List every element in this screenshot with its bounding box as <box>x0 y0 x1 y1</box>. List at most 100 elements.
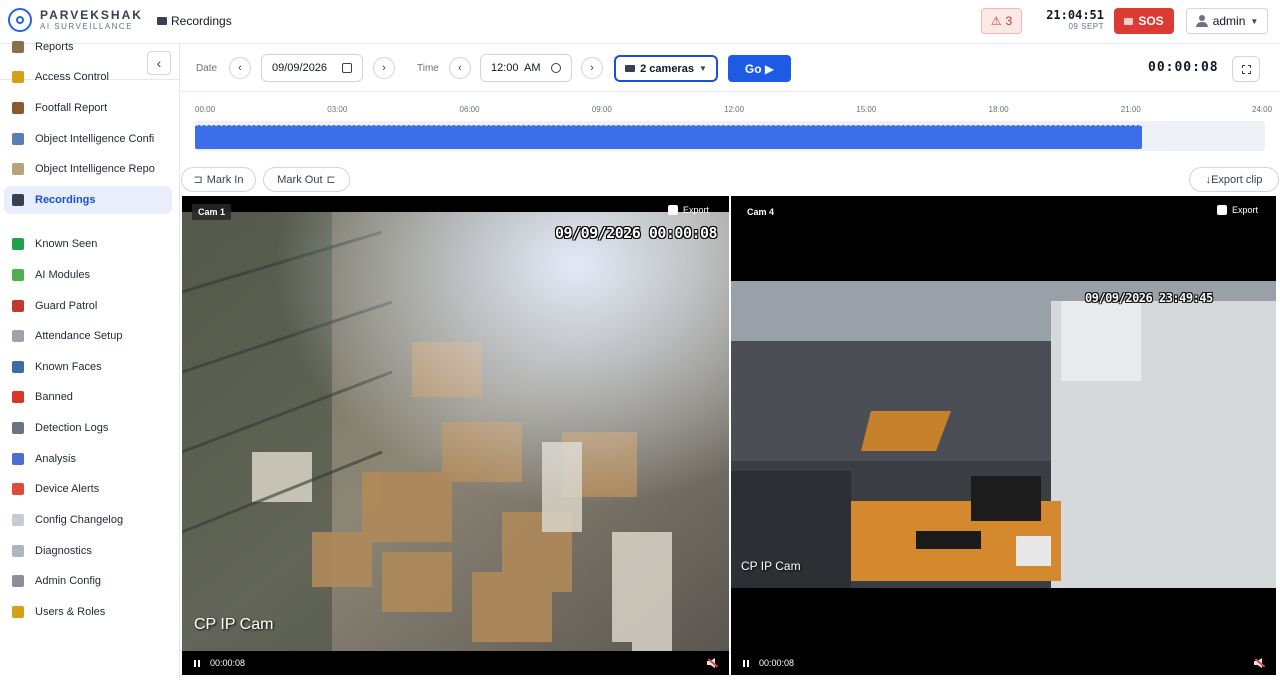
sidebar-item-admin-config[interactable]: Admin Config <box>4 567 172 595</box>
sidebar-item-analysis[interactable]: Analysis <box>4 445 172 473</box>
top-header: PARVEKSHAK AI SURVEILLANCE Recordings ⚠ … <box>0 0 1280 44</box>
clock-time: 21:04:51 <box>1046 8 1104 22</box>
logo-eye-icon <box>8 8 32 32</box>
go-label: Go ▶ <box>744 61 775 76</box>
warning-icon: ⚠ <box>990 14 1002 28</box>
camera-4-playback-bar: 00:00:08 <box>731 651 1276 675</box>
sidebar-item-object-intelligence-repo[interactable]: Object Intelligence Repo <box>4 155 172 183</box>
checkmark-icon <box>12 238 24 250</box>
sidebar-item-known-faces[interactable]: Known Faces <box>4 353 172 381</box>
camera-tile-4[interactable]: 09/09/2026 23:49:45 CP IP Cam Cam 4 Expo… <box>731 196 1276 675</box>
sidebar-item-users-roles[interactable]: Users & Roles <box>4 598 172 626</box>
chevron-left-icon: ‹ <box>238 62 242 74</box>
sidebar-item-object-intelligence-confi[interactable]: Object Intelligence Confi <box>4 125 172 153</box>
camera-1-osd-timestamp: 09/09/2026 00:00:08 <box>555 224 718 242</box>
mark-in-icon: ⊐ <box>193 174 203 186</box>
camera-1-export-checkbox[interactable] <box>668 205 678 215</box>
go-button[interactable]: Go ▶ <box>728 55 791 82</box>
sidebar-item-label: Guard Patrol <box>35 300 98 312</box>
sidebar-item-label: Diagnostics <box>35 545 92 557</box>
sidebar-item-detection-logs[interactable]: Detection Logs <box>4 414 172 442</box>
fullscreen-button[interactable] <box>1232 56 1260 82</box>
timeline-tick-label: 15:00 <box>856 105 877 114</box>
controls-divider <box>181 91 1280 92</box>
shield-icon <box>12 300 24 312</box>
timeline-tick-label: 09:00 <box>591 105 612 114</box>
camera-1-playback-bar: 00:00:08 <box>182 651 729 675</box>
time-input[interactable]: 12:00 AM <box>480 54 572 82</box>
pause-icon[interactable] <box>194 659 200 667</box>
date-input[interactable]: 09/09/2026 <box>261 54 363 82</box>
export-clip-button[interactable]: ↓Export clip <box>1189 167 1279 192</box>
sidebar-item-label: Footfall Report <box>35 102 108 114</box>
recordings-icon <box>157 17 167 25</box>
mark-in-label: Mark In <box>206 173 244 186</box>
pause-icon[interactable] <box>743 659 749 667</box>
calendar-icon[interactable] <box>342 63 352 73</box>
sidebar-item-guard-patrol[interactable]: Guard Patrol <box>4 292 172 320</box>
sidebar-item-banned[interactable]: Banned <box>4 383 172 411</box>
camera-4-feed[interactable]: 09/09/2026 23:49:45 CP IP Cam <box>731 281 1276 588</box>
camera-select[interactable]: 2 cameras ▼ <box>614 55 718 82</box>
time-label: Time <box>417 63 439 74</box>
sidebar-item-label: Device Alerts <box>35 483 100 495</box>
sidebar-item-diagnostics[interactable]: Diagnostics <box>4 537 172 565</box>
timeline-tick-label: 21:00 <box>1120 105 1141 114</box>
camera-1-export-toggle[interactable]: Export <box>668 205 709 215</box>
sidebar-item-recordings[interactable]: Recordings <box>4 186 172 214</box>
puzzle-icon <box>12 269 24 281</box>
sidebar-item-label: AI Modules <box>35 269 91 281</box>
user-menu-button[interactable]: admin ▼ <box>1186 8 1268 34</box>
mark-in-button[interactable]: ⊐ Mark In <box>181 167 256 192</box>
timeline-track[interactable] <box>195 121 1265 151</box>
timeline-tick-label: 03:00 <box>327 105 348 114</box>
next-time-button[interactable]: › <box>581 57 603 79</box>
camera-1-feed[interactable]: 09/09/2026 00:00:08 CP IP Cam <box>182 212 729 651</box>
gear-icon <box>12 575 24 587</box>
alarm-icon <box>12 483 24 495</box>
brand-logo[interactable]: PARVEKSHAK AI SURVEILLANCE <box>8 8 143 32</box>
alerts-button[interactable]: ⚠ 3 <box>981 8 1022 34</box>
timeline-tick-label: 24:00 <box>1252 105 1273 114</box>
sidebar-item-label: Access Control <box>35 71 109 83</box>
clock-date: 09 SEPT <box>1068 22 1104 31</box>
office-scene-image <box>731 281 1276 588</box>
time-value: 12:00 AM <box>491 62 541 74</box>
camera-1-label: Cam 1 <box>192 204 232 220</box>
sidebar-item-label: Object Intelligence Repo <box>35 163 155 175</box>
camera-4-osd-name: CP IP Cam <box>741 559 801 573</box>
sidebar-item-ai-modules[interactable]: AI Modules <box>4 261 172 289</box>
recorded-segment[interactable] <box>195 125 1142 149</box>
sos-button[interactable]: SOS <box>1114 8 1174 34</box>
camera-4-label: Cam 4 <box>747 207 775 217</box>
prev-date-button[interactable]: ‹ <box>229 57 251 79</box>
prev-time-button[interactable]: ‹ <box>449 57 471 79</box>
chevron-down-icon: ▼ <box>698 64 707 73</box>
sidebar-item-access-control[interactable]: Access Control <box>4 63 172 91</box>
sidebar-item-attendance-setup[interactable]: Attendance Setup <box>4 322 172 350</box>
sidebar-item-label: Recordings <box>35 194 96 206</box>
next-date-button[interactable]: › <box>373 57 395 79</box>
sos-label: SOS <box>1138 14 1164 28</box>
warehouse-scene-image <box>182 212 729 651</box>
camera-tile-1[interactable]: 09/09/2026 00:00:08 CP IP Cam Cam 1 Expo… <box>182 196 729 675</box>
grid-icon <box>12 133 24 145</box>
sidebar-item-label: Analysis <box>35 453 76 465</box>
siren-icon <box>1124 17 1134 25</box>
sidebar-item-footfall-report[interactable]: Footfall Report <box>4 94 172 122</box>
camera-4-export-toggle[interactable]: Export <box>1217 205 1258 215</box>
camera-1-play-time: 00:00:08 <box>210 658 246 668</box>
sidebar-item-known-seen[interactable]: Known Seen <box>4 230 172 258</box>
camera-4-play-time: 00:00:08 <box>759 658 795 668</box>
sidebar-item-config-changelog[interactable]: Config Changelog <box>4 506 172 534</box>
sidebar-item-label: Detection Logs <box>35 422 109 434</box>
sidebar-item-reports[interactable]: Reports <box>4 33 172 61</box>
mark-out-button[interactable]: Mark Out ⊏ <box>263 167 350 192</box>
camera-select-value: 2 cameras <box>640 62 694 75</box>
camera-4-export-checkbox[interactable] <box>1217 205 1227 215</box>
sidebar-item-device-alerts[interactable]: Device Alerts <box>4 475 172 503</box>
date-value: 09/09/2026 <box>272 62 328 74</box>
sidebar: ‹ Reports Access Control Footfall Report Ob… <box>0 41 180 680</box>
clock-icon[interactable] <box>551 63 561 73</box>
page-title-text: Recordings <box>171 14 232 28</box>
